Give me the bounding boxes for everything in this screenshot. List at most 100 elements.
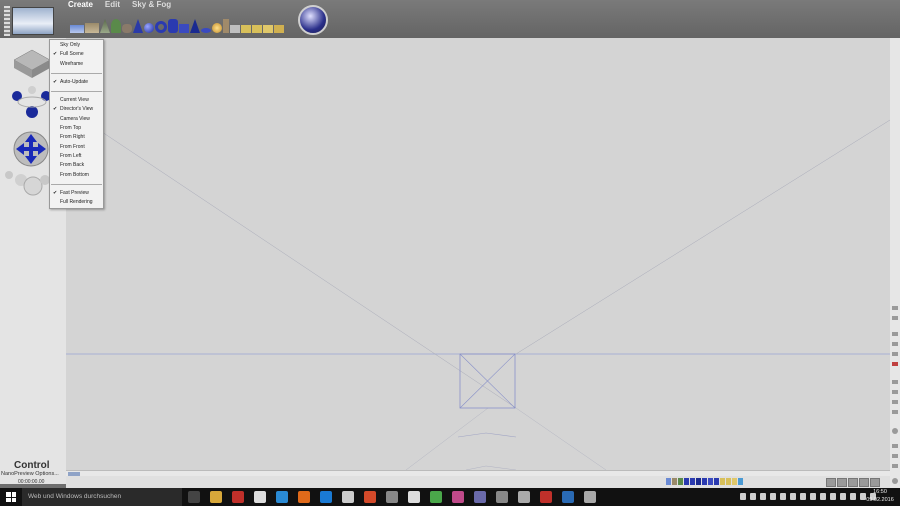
nanopreview-options-link[interactable]: NanoPreview Options...: [1, 471, 59, 477]
tool-icon[interactable]: [892, 454, 898, 458]
taskbar-app-icon[interactable]: [496, 491, 508, 503]
camera-pan-icon[interactable]: [12, 86, 51, 118]
plant-icon[interactable]: [111, 19, 121, 33]
menu-item-from-bottom[interactable]: From Bottom: [50, 171, 103, 180]
menu-item-from-front[interactable]: From Front: [50, 143, 103, 152]
figure-icon[interactable]: [223, 19, 229, 33]
light-icon[interactable]: [720, 478, 725, 485]
tray-icon[interactable]: [810, 493, 816, 500]
disc-icon[interactable]: [201, 28, 211, 33]
zoom-spheres-icon[interactable]: [5, 171, 50, 196]
list-icon[interactable]: [892, 380, 898, 384]
render-button[interactable]: [298, 5, 328, 35]
menu-item-camera-view[interactable]: Camera View: [50, 115, 103, 124]
menu-sky-fog[interactable]: Sky & Fog: [132, 0, 171, 10]
taskbar-app-icon[interactable]: [298, 491, 310, 503]
layer-icon[interactable]: [892, 332, 898, 336]
torus-icon[interactable]: [155, 21, 167, 33]
taskbar-app-icon[interactable]: [562, 491, 574, 503]
tray-icon[interactable]: [820, 493, 826, 500]
pyramid-icon[interactable]: [714, 478, 719, 485]
list-icon[interactable]: [892, 400, 898, 404]
boolean-icon[interactable]: [252, 25, 262, 33]
menu-create[interactable]: Create: [68, 0, 93, 10]
pyramid-icon[interactable]: [190, 19, 200, 33]
menu-item-from-left[interactable]: From Left: [50, 152, 103, 161]
menu-edit[interactable]: Edit: [105, 0, 120, 10]
taskbar-app-icon[interactable]: [518, 491, 530, 503]
tray-icon[interactable]: [770, 493, 776, 500]
water-icon[interactable]: [666, 478, 671, 485]
list-icon[interactable]: [892, 390, 898, 394]
menu-item-auto-update[interactable]: Auto-Update: [50, 78, 103, 88]
menu-item-full-rendering[interactable]: Full Rendering: [50, 198, 103, 207]
menu-item-fast-preview[interactable]: Fast Preview: [50, 189, 103, 199]
tool-icon[interactable]: [892, 444, 898, 448]
gear-icon[interactable]: [892, 428, 898, 434]
taskbar-clock[interactable]: 16:50 09.02.2016: [866, 489, 894, 504]
taskbar-app-icon[interactable]: [342, 491, 354, 503]
taskbar-app-icon[interactable]: [320, 491, 332, 503]
tray-icon[interactable]: [760, 493, 766, 500]
camera-icon[interactable]: [230, 25, 240, 33]
tray-icon[interactable]: [840, 493, 846, 500]
tray-icon[interactable]: [800, 493, 806, 500]
tool-icon[interactable]: [892, 464, 898, 468]
layer-icon[interactable]: [892, 342, 898, 346]
light-icon[interactable]: [212, 23, 222, 33]
menu-item-wireframe[interactable]: Wireframe: [50, 60, 103, 69]
terrain-icon[interactable]: [85, 23, 99, 33]
sphere-icon[interactable]: [684, 478, 689, 485]
menu-item-from-right[interactable]: From Right: [50, 133, 103, 142]
menu-item-full-scene[interactable]: Full Scene: [50, 50, 103, 60]
forward-button[interactable]: [870, 478, 880, 487]
taskbar-app-icon[interactable]: [474, 491, 486, 503]
cone-icon[interactable]: [696, 478, 701, 485]
prev-frame-button[interactable]: [837, 478, 847, 487]
rewind-button[interactable]: [826, 478, 836, 487]
toolbar-grip[interactable]: [4, 6, 10, 36]
cylinder-icon[interactable]: [168, 19, 178, 33]
mountain-icon[interactable]: [100, 19, 110, 33]
pencil-icon[interactable]: [892, 316, 898, 320]
text-icon[interactable]: [274, 25, 284, 33]
menu-item-from-back[interactable]: From Back: [50, 161, 103, 170]
sky-preview-thumbnail[interactable]: [12, 7, 54, 35]
taskbar-app-icon[interactable]: [452, 491, 464, 503]
tray-icon[interactable]: [850, 493, 856, 500]
move-arrows-icon[interactable]: [13, 131, 49, 167]
list-icon[interactable]: [892, 410, 898, 414]
tray-icon[interactable]: [780, 493, 786, 500]
taskbar-app-icon[interactable]: [540, 491, 552, 503]
sky-icon[interactable]: [738, 478, 743, 485]
taskbar-app-icon[interactable]: [232, 491, 244, 503]
taskbar-app-icon[interactable]: [210, 491, 222, 503]
next-frame-button[interactable]: [859, 478, 869, 487]
menu-item-sky-only[interactable]: Sky Only: [50, 41, 103, 50]
tray-icon[interactable]: [740, 493, 746, 500]
menu-item-current-view[interactable]: Current View: [50, 96, 103, 105]
rock-icon[interactable]: [122, 24, 132, 33]
torus-icon[interactable]: [702, 478, 707, 485]
sphere-icon[interactable]: [144, 23, 154, 33]
water-plane-icon[interactable]: [70, 25, 84, 33]
tray-icon[interactable]: [750, 493, 756, 500]
menu-item-director-s-view[interactable]: Director's View: [50, 105, 103, 115]
plant-icon[interactable]: [678, 478, 683, 485]
cone-icon[interactable]: [133, 19, 143, 33]
taskbar-search-box[interactable]: Web und Windows durchsuchen: [22, 488, 182, 506]
cube-icon[interactable]: [179, 24, 189, 33]
taskbar-app-icon[interactable]: [188, 491, 200, 503]
windows-start-icon[interactable]: [6, 492, 16, 502]
menu-item-from-top[interactable]: From Top: [50, 124, 103, 133]
taskbar-app-icon[interactable]: [408, 491, 420, 503]
group-icon[interactable]: [241, 25, 251, 33]
tray-icon[interactable]: [830, 493, 836, 500]
layer-icon[interactable]: [892, 352, 898, 356]
record-icon[interactable]: [892, 362, 898, 366]
taskbar-app-icon[interactable]: [386, 491, 398, 503]
3d-viewport[interactable]: [66, 38, 890, 470]
taskbar-app-icon[interactable]: [430, 491, 442, 503]
terrain-icon[interactable]: [672, 478, 677, 485]
group-icon[interactable]: [726, 478, 731, 485]
